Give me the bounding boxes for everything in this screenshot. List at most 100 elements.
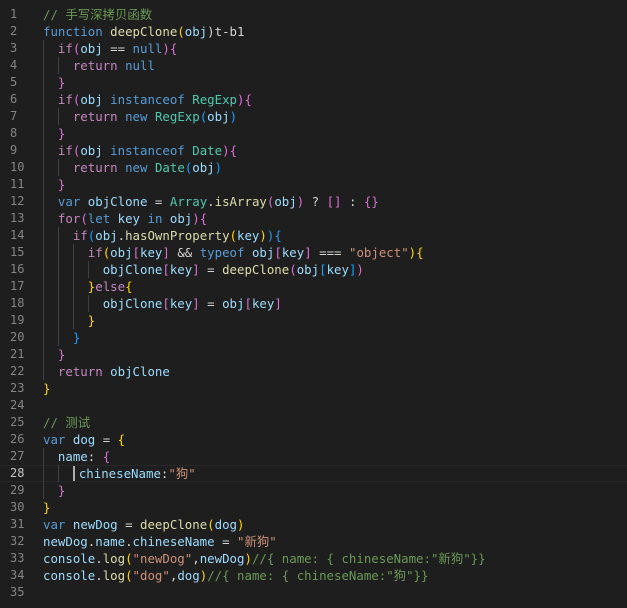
indent-guide [57,295,59,312]
code-line[interactable] [43,584,627,601]
code-line[interactable]: var dog = { [43,431,627,448]
code-token: { [125,279,133,294]
code-line[interactable]: console.log("newDog",newDog)//{ name: { … [43,550,627,567]
indent-guide [57,57,59,74]
code-line[interactable]: }else{ [43,278,627,295]
line-number: 14 [10,228,25,242]
indentation [43,143,58,158]
code-token: == [102,41,133,56]
code-token: null [125,58,155,73]
code-line[interactable]: if(obj instanceof RegExp){ [43,91,627,108]
code-line[interactable]: if(obj[key] && typeof obj[key] === "obje… [43,244,627,261]
code-token: { [416,245,424,260]
indent-guide [43,142,44,159]
code-line[interactable]: newDog.name.chineseName = "新狗" [43,533,627,550]
code-token: function [43,24,103,39]
code-token: var [43,517,66,532]
indent-guide [43,210,44,227]
indent-guide [43,40,44,57]
code-line[interactable]: chineseName:"狗" [0,465,627,482]
code-line[interactable]: if(obj == null){ [43,40,627,57]
code-line[interactable]: } [43,125,627,142]
code-token: obj [169,211,193,226]
indent-guide [43,193,44,210]
indent-guide [72,261,74,278]
code-line[interactable]: // 手写深拷贝函数 [43,6,627,23]
code-line[interactable]: } [43,346,627,363]
line-number: 23 [10,381,25,395]
code-token: = [199,262,223,277]
code-line[interactable]: for(let key in obj){ [43,210,627,227]
code-line[interactable]: function deepClone(obj)t-b1 [43,23,627,40]
code-token: // 测试 [43,415,91,430]
code-token: return [72,160,118,175]
code-line[interactable]: var newDog = deepClone(dog) [43,516,627,533]
code-token: = [214,534,237,549]
code-line[interactable]: console.log("dog",dog)//{ name: { chines… [43,567,627,584]
code-token: obj [80,92,103,107]
line-number: 8 [10,126,18,140]
code-line[interactable]: var objClone = Array.isArray(obj) ? [] :… [43,193,627,210]
code-token: {} [363,194,379,209]
code-token: chineseName [132,534,215,549]
code-token: dog [177,568,200,583]
code-token: } [43,500,51,515]
code-editor[interactable]: 1 2 3 4 5 6 7 8 9 10 11 12 13 14 15 16 17 18 19 20 21 22 23 24 2… [0,0,627,608]
code-token: log [102,551,126,566]
code-token: if [57,41,73,56]
line-number: 16 [10,262,25,276]
code-line[interactable]: return null [43,57,627,74]
indentation [43,483,58,498]
code-token: t-b1 [214,24,245,39]
code-line[interactable]: } [43,74,627,91]
line-number: 6 [10,92,18,106]
code-token: // 手写深拷贝函数 [43,7,153,22]
code-line[interactable]: } [43,380,627,397]
code-line[interactable]: } [43,176,627,193]
code-line[interactable]: objClone[key] = obj[key] [43,295,627,312]
code-line[interactable]: objClone[key] = deepClone(obj[key]) [43,261,627,278]
indentation [43,347,58,362]
line-number: 2 [10,24,18,38]
code-token: if [57,92,73,107]
code-line[interactable]: } [43,329,627,346]
code-line[interactable] [43,397,627,414]
code-token: //{ name: { chineseName:"狗"}} [207,568,429,583]
code-area[interactable]: // 手写深拷贝函数 function deepClone(obj)t-b1 if… [0,6,627,601]
indentation [43,279,88,294]
code-token: ] [192,296,200,311]
code-line[interactable]: name: { [43,448,627,465]
code-token: key [281,245,305,260]
code-line[interactable]: } [43,312,627,329]
code-token: . [117,228,126,243]
code-line[interactable]: } [43,482,627,499]
code-line[interactable]: if(obj.hasOwnProperty(key)){ [43,227,627,244]
indent-guide [57,312,59,329]
code-token: key [237,228,260,243]
indent-guide [43,465,44,482]
code-line[interactable]: return objClone [43,363,627,380]
indentation [43,211,58,226]
code-line[interactable]: if(obj instanceof Date){ [43,142,627,159]
code-token: } [57,483,66,498]
code-token: Date [192,143,223,158]
code-token: return [72,58,118,73]
code-line[interactable]: // 测试 [43,414,627,431]
code-line[interactable]: } [43,499,627,516]
code-token: { [199,211,208,226]
indent-guide [57,159,59,176]
code-token: key [169,262,193,277]
code-token: ) [356,262,364,277]
line-number: 4 [10,58,18,72]
line-number: 11 [10,177,25,191]
code-line[interactable]: return new RegExp(obj) [43,108,627,125]
line-number: 5 [10,75,18,89]
indentation [43,245,88,260]
code-token: ) [237,517,245,532]
line-number: 29 [10,483,25,497]
code-line[interactable]: return new Date(obj) [43,159,627,176]
line-number: 35 [10,585,25,599]
